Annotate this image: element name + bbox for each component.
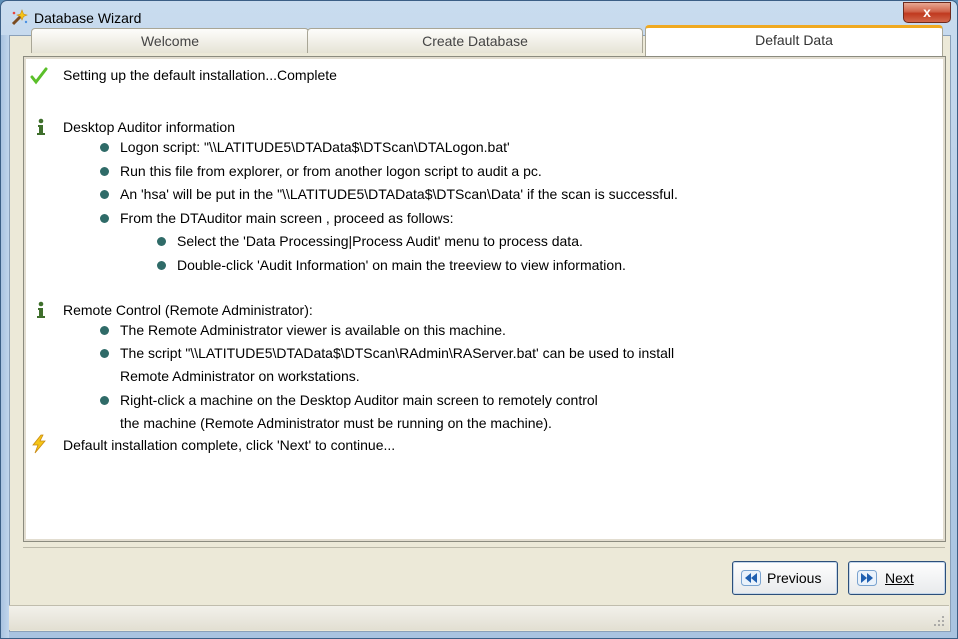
bullet-icon <box>100 190 109 199</box>
close-button[interactable]: x <box>903 2 951 23</box>
section-heading-desktop-auditor: Desktop Auditor information <box>63 119 235 135</box>
next-arrow-icon <box>857 570 877 586</box>
tab-create-database[interactable]: Create Database <box>307 28 643 53</box>
previous-button-label: Previous <box>767 570 822 586</box>
section-heading-remote-control: Remote Control (Remote Administrator): <box>63 302 313 318</box>
bullet-icon <box>100 167 109 176</box>
sub-list-item: Select the 'Data Processing|Process Audi… <box>177 233 583 249</box>
bullet-icon <box>100 396 109 405</box>
checkmark-icon <box>30 67 48 85</box>
list-item: Right-click a machine on the Desktop Aud… <box>120 392 598 408</box>
bullet-icon <box>100 214 109 223</box>
previous-button[interactable]: Previous <box>732 561 838 595</box>
tab-welcome[interactable]: Welcome <box>31 28 309 53</box>
database-wizard-window: Database Wizard x Welcome Create Databas… <box>0 0 958 639</box>
bullet-icon <box>100 326 109 335</box>
list-item: Run this file from explorer, or from ano… <box>120 163 542 179</box>
next-button[interactable]: Next <box>848 561 946 595</box>
list-item: The script "\\LATITUDE5\DTAData$\DTScan\… <box>120 345 675 361</box>
bullet-icon <box>157 237 166 246</box>
window-title: Database Wizard <box>34 10 142 26</box>
list-item: An 'hsa' will be put in the "\\LATITUDE5… <box>120 186 678 202</box>
list-item-continuation: Remote Administrator on workstations. <box>120 368 360 384</box>
tab-default-data[interactable]: Default Data <box>645 25 943 56</box>
resize-grip-icon[interactable] <box>933 615 945 627</box>
list-item: Logon script: "\\LATITUDE5\DTAData$\DTSc… <box>120 139 510 155</box>
tab-strip: Welcome Create Database Default Data <box>23 25 945 56</box>
footer-divider <box>23 547 945 548</box>
list-item: From the DTAuditor main screen , proceed… <box>120 210 454 226</box>
info-icon <box>37 301 45 318</box>
window-frame <box>1 35 9 638</box>
lightning-icon <box>32 434 46 454</box>
default-data-panel: Setting up the default installation...Co… <box>23 56 946 542</box>
status-bar <box>9 605 949 630</box>
bullet-icon <box>100 349 109 358</box>
list-item-continuation: the machine (Remote Administrator must b… <box>120 415 552 431</box>
sub-list-item: Double-click 'Audit Information' on main… <box>177 257 626 273</box>
bullet-icon <box>100 143 109 152</box>
previous-arrow-icon <box>741 570 761 586</box>
status-line: Setting up the default installation...Co… <box>63 67 337 83</box>
completion-message: Default installation complete, click 'Ne… <box>63 437 396 453</box>
bullet-icon <box>157 261 166 270</box>
info-icon <box>37 118 45 135</box>
next-button-label: Next <box>885 570 914 586</box>
list-item: The Remote Administrator viewer is avail… <box>120 322 506 338</box>
